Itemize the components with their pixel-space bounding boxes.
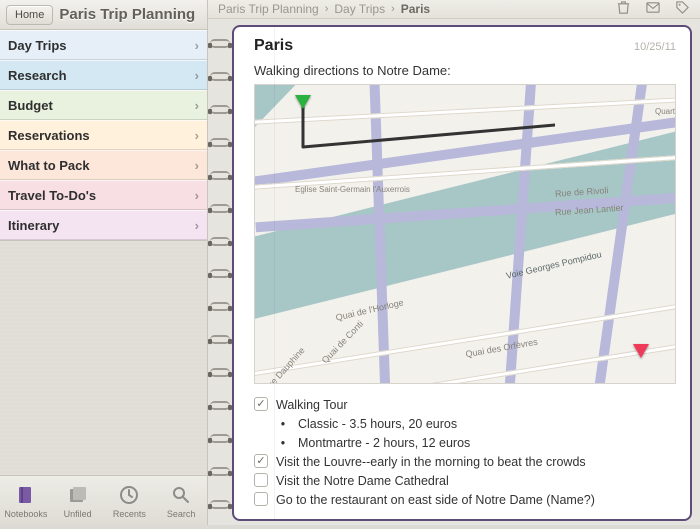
chevron-right-icon: › [195, 98, 199, 113]
bullet-item[interactable]: • Classic - 3.5 hours, 20 euros [276, 416, 676, 432]
sidebar-item-travel-todos[interactable]: Travel To-Do's › [0, 180, 207, 210]
tab-recents[interactable]: Recents [106, 483, 152, 519]
tab-unfiled[interactable]: Unfiled [55, 483, 101, 519]
route-end-marker [633, 344, 649, 358]
sidebar-item-label: Travel To-Do's [8, 188, 96, 203]
checklist-item[interactable]: Go to the restaurant on east side of Not… [254, 492, 676, 508]
sidebar-item-itinerary[interactable]: Itinerary › [0, 210, 207, 240]
checklist-item[interactable]: Visit the Louvre--early in the morning t… [254, 454, 676, 470]
note-container: Paris 10/25/11 Walking directions to Not… [208, 19, 700, 529]
sidebar-item-label: Budget [8, 98, 53, 113]
sidebar-item-label: Research [8, 68, 67, 83]
item-text: Go to the restaurant on east side of Not… [276, 492, 595, 508]
sidebar-item-research[interactable]: Research › [0, 60, 207, 90]
crumb-section[interactable]: Day Trips [334, 2, 385, 16]
map-label: Quartier des Halles [655, 107, 676, 116]
sidebar-item-what-to-pack[interactable]: What to Pack › [0, 150, 207, 180]
item-text: Montmartre - 2 hours, 12 euros [298, 435, 470, 451]
map-image[interactable]: Rue de Rivoli Rue Jean Lantier Voie Geor… [254, 84, 676, 384]
checkbox-icon[interactable] [254, 397, 268, 411]
sidebar-item-reservations[interactable]: Reservations › [0, 120, 207, 150]
tag-icon[interactable] [675, 0, 690, 18]
breadcrumb: Paris Trip Planning › Day Trips › Paris [208, 0, 700, 19]
bullet-item[interactable]: • Montmartre - 2 hours, 12 euros [276, 435, 676, 451]
note-title[interactable]: Paris [254, 37, 293, 55]
note-page: Paris 10/25/11 Walking directions to Not… [232, 25, 692, 521]
item-text: Classic - 3.5 hours, 20 euros [298, 416, 457, 432]
bullet-icon: • [276, 435, 290, 451]
note-date: 10/25/11 [634, 41, 676, 53]
bullet-icon: • [276, 416, 290, 432]
sidebar-item-label: Reservations [8, 128, 90, 143]
chevron-right-icon: › [195, 128, 199, 143]
note-header: Paris 10/25/11 [234, 27, 690, 59]
stack-icon [66, 483, 90, 507]
tab-label: Search [167, 509, 196, 519]
sidebar: Home Paris Trip Planning Day Trips › Res… [0, 0, 208, 525]
map-label: Eglise Saint-Germain l'Auxerrois [295, 185, 410, 194]
checkbox-icon[interactable] [254, 454, 268, 468]
notebook-icon [14, 483, 38, 507]
sidebar-item-budget[interactable]: Budget › [0, 90, 207, 120]
item-text: Visit the Notre Dame Cathedral [276, 473, 449, 489]
sidebar-item-day-trips[interactable]: Day Trips › [0, 30, 207, 60]
sidebar-item-label: Day Trips [8, 38, 67, 53]
chevron-right-icon: › [195, 158, 199, 173]
map-label: Quai de l'Horloge [335, 297, 405, 322]
sidebar-filler [0, 241, 207, 475]
checkbox-icon[interactable] [254, 492, 268, 506]
note-body[interactable]: Walking Tour • Classic - 3.5 hours, 20 e… [234, 390, 690, 519]
sidebar-item-label: What to Pack [8, 158, 90, 173]
route-start-marker [295, 95, 311, 109]
sidebar-item-label: Itinerary [8, 218, 59, 233]
tab-label: Unfiled [64, 509, 92, 519]
search-icon [169, 483, 193, 507]
crumb-notebook[interactable]: Paris Trip Planning [218, 2, 319, 16]
tab-notebooks[interactable]: Notebooks [3, 483, 49, 519]
mail-icon[interactable] [645, 0, 661, 18]
chevron-right-icon: › [195, 188, 199, 203]
note-subtitle[interactable]: Walking directions to Notre Dame: [234, 59, 690, 84]
trash-icon[interactable] [616, 0, 631, 18]
tab-label: Notebooks [4, 509, 47, 519]
notebook-list: Day Trips › Research › Budget › Reservat… [0, 30, 207, 241]
chevron-right-icon: › [391, 3, 395, 15]
crumb-page: Paris [401, 2, 430, 16]
tab-label: Recents [113, 509, 146, 519]
tab-search[interactable]: Search [158, 483, 204, 519]
item-text: Visit the Louvre--early in the morning t… [276, 454, 586, 470]
clock-icon [117, 483, 141, 507]
notebook-title: Paris Trip Planning [59, 6, 195, 23]
home-button[interactable]: Home [6, 5, 53, 25]
chevron-right-icon: › [195, 218, 199, 233]
page-actions [616, 0, 690, 18]
content-area: Paris Trip Planning › Day Trips › Paris [208, 0, 700, 525]
chevron-right-icon: › [325, 3, 329, 15]
item-text: Walking Tour [276, 397, 348, 413]
app-root: Home Paris Trip Planning Day Trips › Res… [0, 0, 700, 525]
chevron-right-icon: › [195, 68, 199, 83]
bottom-tabbar: Notebooks Unfiled Recents Search [0, 475, 207, 525]
checklist-item[interactable]: Visit the Notre Dame Cathedral [254, 473, 676, 489]
spiral-binding [210, 39, 232, 509]
checklist-item[interactable]: Walking Tour [254, 397, 676, 413]
chevron-right-icon: › [195, 38, 199, 53]
checkbox-icon[interactable] [254, 473, 268, 487]
sidebar-header: Home Paris Trip Planning [0, 0, 207, 30]
